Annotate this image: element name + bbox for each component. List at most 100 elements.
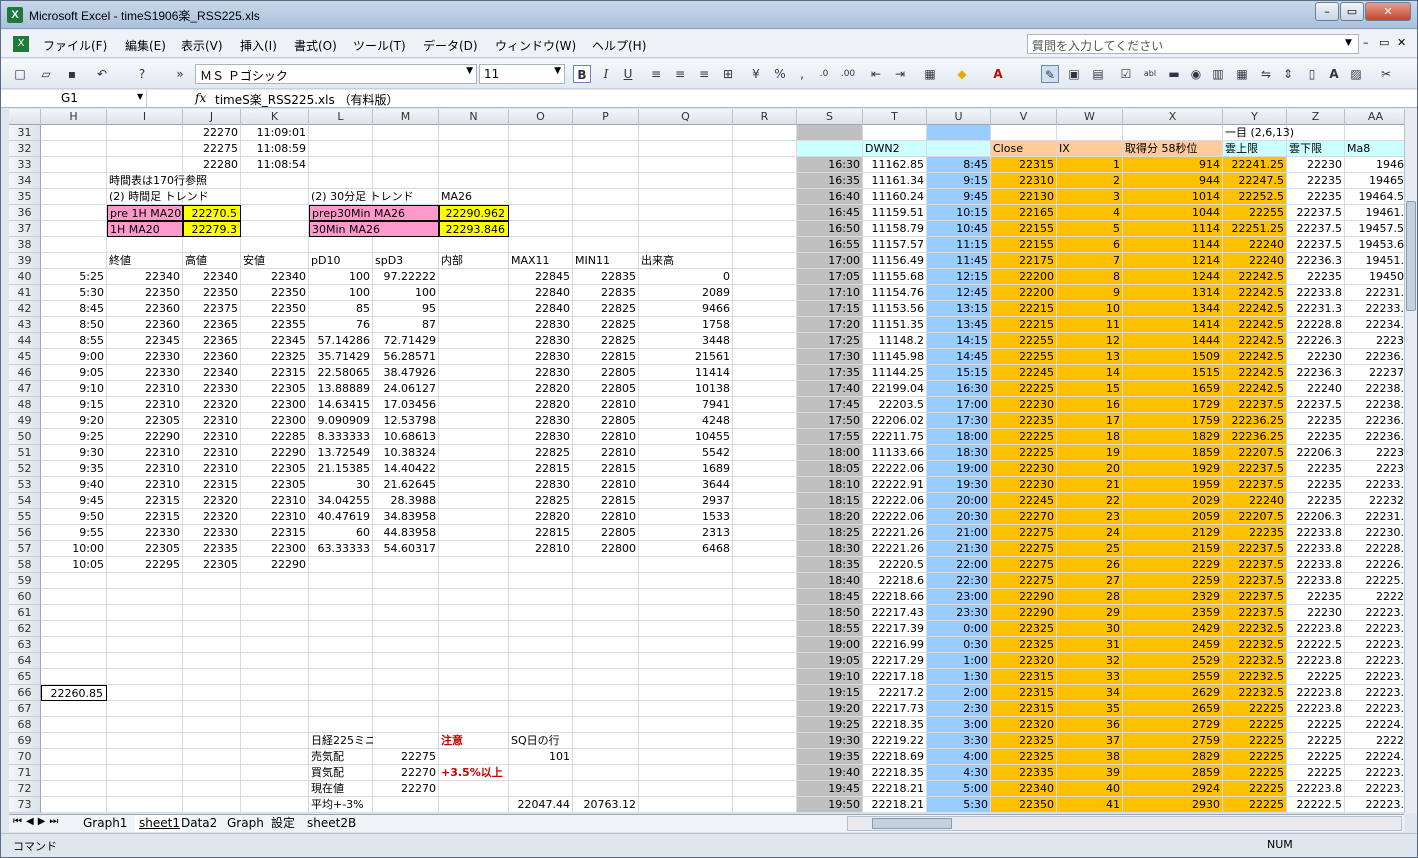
- data-cell[interactable]: 100: [309, 285, 373, 301]
- spinner-control-icon[interactable]: ⇕: [1279, 65, 1297, 83]
- data-cell[interactable]: 6468: [639, 541, 733, 557]
- right-data-cell[interactable]: 17:45: [797, 397, 863, 413]
- help-search-input[interactable]: 質問を入力してください: [1027, 34, 1359, 54]
- data-cell[interactable]: 22835: [573, 269, 639, 285]
- right-data-cell[interactable]: 2222: [1345, 733, 1404, 749]
- save-icon[interactable]: ▪: [63, 65, 81, 83]
- right-data-cell[interactable]: 19450: [1345, 269, 1404, 285]
- data-cell[interactable]: 22310: [107, 461, 183, 477]
- prep30-ma26-value[interactable]: 22290.962: [439, 205, 509, 221]
- right-data-cell[interactable]: 22215: [991, 317, 1057, 333]
- right-data-cell[interactable]: 22335: [991, 765, 1057, 781]
- help-icon[interactable]: ?: [133, 65, 151, 83]
- right-data-cell[interactable]: 6: [1057, 237, 1123, 253]
- 30min-ma26-value[interactable]: 22293.846: [439, 221, 509, 237]
- data-cell[interactable]: 22810: [573, 397, 639, 413]
- label-control-icon[interactable]: ▬: [1165, 65, 1183, 83]
- sell-quote-label[interactable]: 売気配: [309, 749, 373, 765]
- right-data-cell[interactable]: 22275: [991, 541, 1057, 557]
- column-header-k[interactable]: K: [241, 109, 309, 125]
- data-cell[interactable]: 5:25: [41, 269, 107, 285]
- right-data-cell[interactable]: 22275: [991, 525, 1057, 541]
- right-data-cell[interactable]: 22225: [1287, 669, 1345, 685]
- right-data-cell[interactable]: 18:30: [927, 445, 991, 461]
- doc-minimize-button[interactable]: –: [1363, 36, 1369, 49]
- right-data-cell[interactable]: 22223.: [1345, 701, 1405, 717]
- header-cell[interactable]: MAX11: [509, 253, 573, 269]
- right-data-cell[interactable]: 22203.5: [863, 397, 927, 413]
- right-data-cell[interactable]: 26: [1057, 557, 1123, 573]
- right-data-cell[interactable]: 1244: [1123, 269, 1223, 285]
- right-data-cell[interactable]: 11:15: [927, 237, 991, 253]
- right-data-cell[interactable]: 22230: [991, 477, 1057, 493]
- right-data-cell[interactable]: 22235: [1287, 477, 1345, 493]
- right-data-cell[interactable]: 22350: [991, 797, 1057, 813]
- right-data-cell[interactable]: 17:25: [797, 333, 863, 349]
- tools-icon[interactable]: ✂: [1377, 65, 1395, 83]
- right-data-cell[interactable]: 22200: [991, 269, 1057, 285]
- right-data-cell[interactable]: 22242.5: [1223, 349, 1287, 365]
- data-cell[interactable]: 22285: [241, 429, 309, 445]
- right-data-cell[interactable]: 22320: [991, 717, 1057, 733]
- open-folder-icon[interactable]: ▱: [37, 65, 55, 83]
- right-data-cell[interactable]: 914: [1123, 157, 1223, 173]
- data-cell[interactable]: 22355: [241, 317, 309, 333]
- right-data-cell[interactable]: 17:55: [797, 429, 863, 445]
- right-data-cell[interactable]: 22224.: [1345, 717, 1405, 733]
- right-data-cell[interactable]: 19:15: [797, 685, 863, 701]
- right-data-cell[interactable]: 22223.: [1345, 605, 1405, 621]
- data-cell[interactable]: 21.62645: [373, 477, 439, 493]
- right-data-cell[interactable]: 22245: [991, 493, 1057, 509]
- horizontal-scroll-thumb[interactable]: [872, 818, 952, 829]
- right-data-cell[interactable]: 22221.26: [863, 541, 927, 557]
- data-cell[interactable]: 22365: [183, 333, 241, 349]
- fx-icon[interactable]: fx: [195, 91, 206, 105]
- column-header-m[interactable]: M: [373, 109, 439, 125]
- trend-heading-30min[interactable]: (2) 30分足 トレンド: [309, 189, 439, 205]
- data-cell[interactable]: 22290: [241, 445, 309, 461]
- right-data-cell[interactable]: 22233.8: [1287, 525, 1345, 541]
- right-data-cell[interactable]: 22232.5: [1223, 669, 1287, 685]
- right-data-cell[interactable]: 4: [1057, 205, 1123, 221]
- right-data-cell[interactable]: 22237.5: [1287, 205, 1345, 221]
- right-data-cell[interactable]: 1929: [1123, 461, 1223, 477]
- column-header-r[interactable]: R: [733, 109, 797, 125]
- 1h-ma20-label[interactable]: 1H MA20: [107, 221, 183, 237]
- right-data-cell[interactable]: 11154.76: [863, 285, 927, 301]
- right-data-cell[interactable]: 17:30: [927, 413, 991, 429]
- right-data-cell[interactable]: 18:50: [797, 605, 863, 621]
- right-data-cell[interactable]: 18:15: [797, 493, 863, 509]
- right-data-cell[interactable]: 22232.5: [1223, 621, 1287, 637]
- right-data-cell[interactable]: 20:00: [927, 493, 991, 509]
- right-data-cell[interactable]: 19464.5: [1345, 189, 1405, 205]
- italic-icon[interactable]: I: [597, 65, 615, 83]
- data-cell[interactable]: 22815: [573, 493, 639, 509]
- data-cell[interactable]: 12.53798: [373, 413, 439, 429]
- right-data-cell[interactable]: 22242.5: [1223, 301, 1287, 317]
- right-data-cell[interactable]: 1114: [1123, 221, 1223, 237]
- right-data-cell[interactable]: 34: [1057, 685, 1123, 701]
- right-data-cell[interactable]: 22255: [991, 349, 1057, 365]
- dwn2-header[interactable]: DWN2: [863, 141, 927, 157]
- data-cell[interactable]: 5542: [639, 445, 733, 461]
- right-data-cell[interactable]: 1314: [1123, 285, 1223, 301]
- row-header-56[interactable]: 56: [9, 525, 41, 541]
- sheet-tab-graph[interactable]: Graph: [223, 815, 268, 832]
- data-cell[interactable]: 22310: [107, 445, 183, 461]
- right-data-cell[interactable]: 19:45: [797, 781, 863, 797]
- acquired-header[interactable]: 取得分 58秒位: [1123, 141, 1223, 157]
- right-data-cell[interactable]: 19457.5: [1345, 221, 1405, 237]
- increase-decimal-icon[interactable]: .0: [815, 65, 833, 83]
- radio-control-icon[interactable]: ◉: [1187, 65, 1205, 83]
- right-data-cell[interactable]: 10:45: [927, 221, 991, 237]
- right-data-cell[interactable]: 11148.2: [863, 333, 927, 349]
- right-data-cell[interactable]: 5:30: [927, 797, 991, 813]
- note-cell[interactable]: 時間表は170行参照: [107, 173, 309, 189]
- data-cell[interactable]: 22815: [573, 461, 639, 477]
- cell-j33[interactable]: 22280: [183, 157, 241, 173]
- decrease-decimal-icon[interactable]: .00: [839, 65, 857, 83]
- right-data-cell[interactable]: 22218.21: [863, 797, 927, 813]
- data-cell[interactable]: 22330: [107, 525, 183, 541]
- right-data-cell[interactable]: 22234.: [1345, 317, 1405, 333]
- font-color-icon[interactable]: A: [989, 65, 1007, 83]
